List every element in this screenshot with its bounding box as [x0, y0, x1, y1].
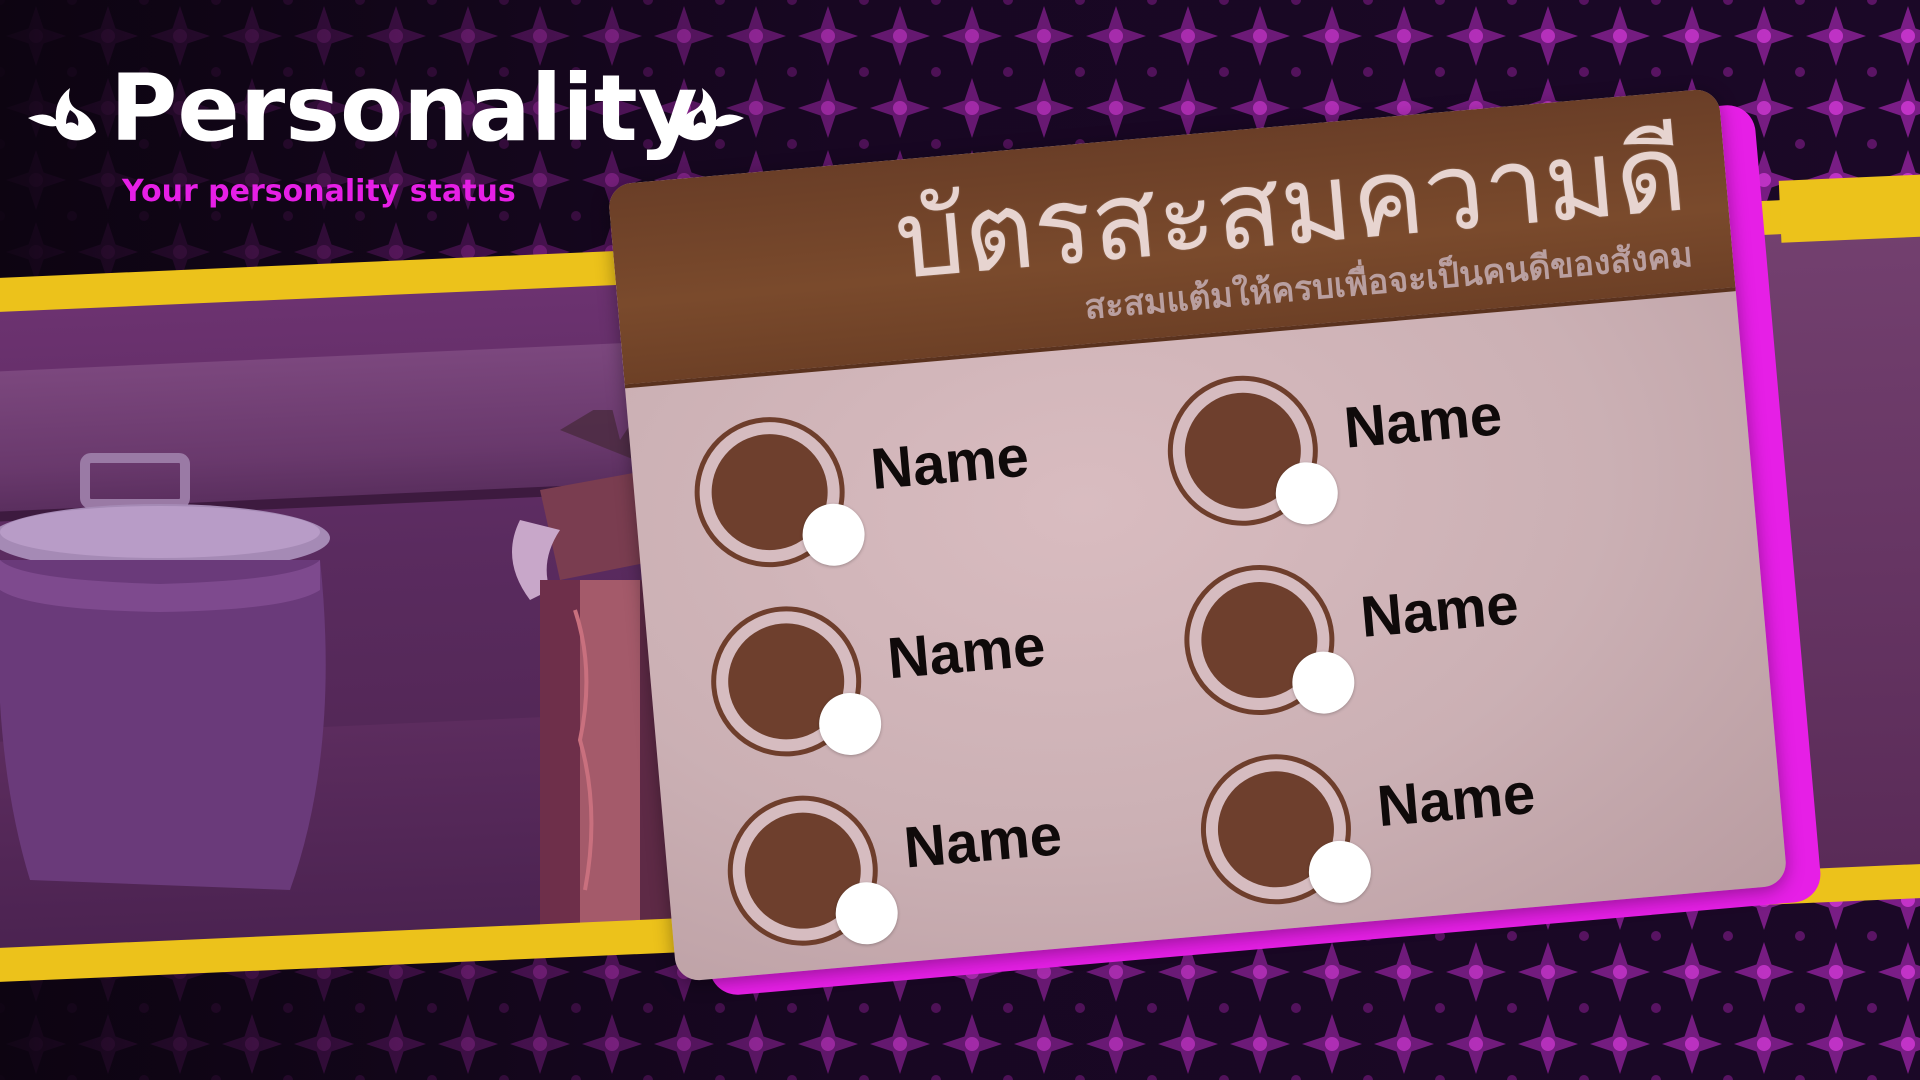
stamp-slot[interactable]: Name — [1161, 341, 1655, 552]
flame-swirl-icon — [28, 88, 96, 141]
cooking-pot-illustration — [0, 453, 330, 890]
stamp-name: Name — [901, 802, 1065, 881]
stamp-slot[interactable]: Name — [688, 382, 1181, 593]
stamp-slot[interactable]: Name — [721, 761, 1215, 972]
stamp-name: Name — [1341, 382, 1505, 461]
page-title: Personality — [110, 55, 698, 162]
stamp-slot[interactable]: Name — [1194, 719, 1688, 930]
stamp-name: Name — [1374, 760, 1538, 840]
stamp-slot[interactable]: Name — [1178, 530, 1671, 741]
stamp-slot[interactable]: Name — [704, 571, 1198, 782]
flame-swirl-icon — [676, 88, 744, 141]
stamp-name: Name — [868, 423, 1032, 503]
yellow-band-top-right — [1778, 171, 1920, 243]
personality-screen: Personality Your personality status บัตร… — [0, 0, 1920, 1080]
stamp-card: บัตรสะสมความดี สะสมแต้มให้ครบเพื่อจะเป็น… — [607, 87, 1788, 983]
stamp-name: Name — [884, 612, 1048, 692]
page-subtitle: Your personality status — [122, 174, 516, 209]
stamp-name: Name — [1357, 571, 1522, 650]
